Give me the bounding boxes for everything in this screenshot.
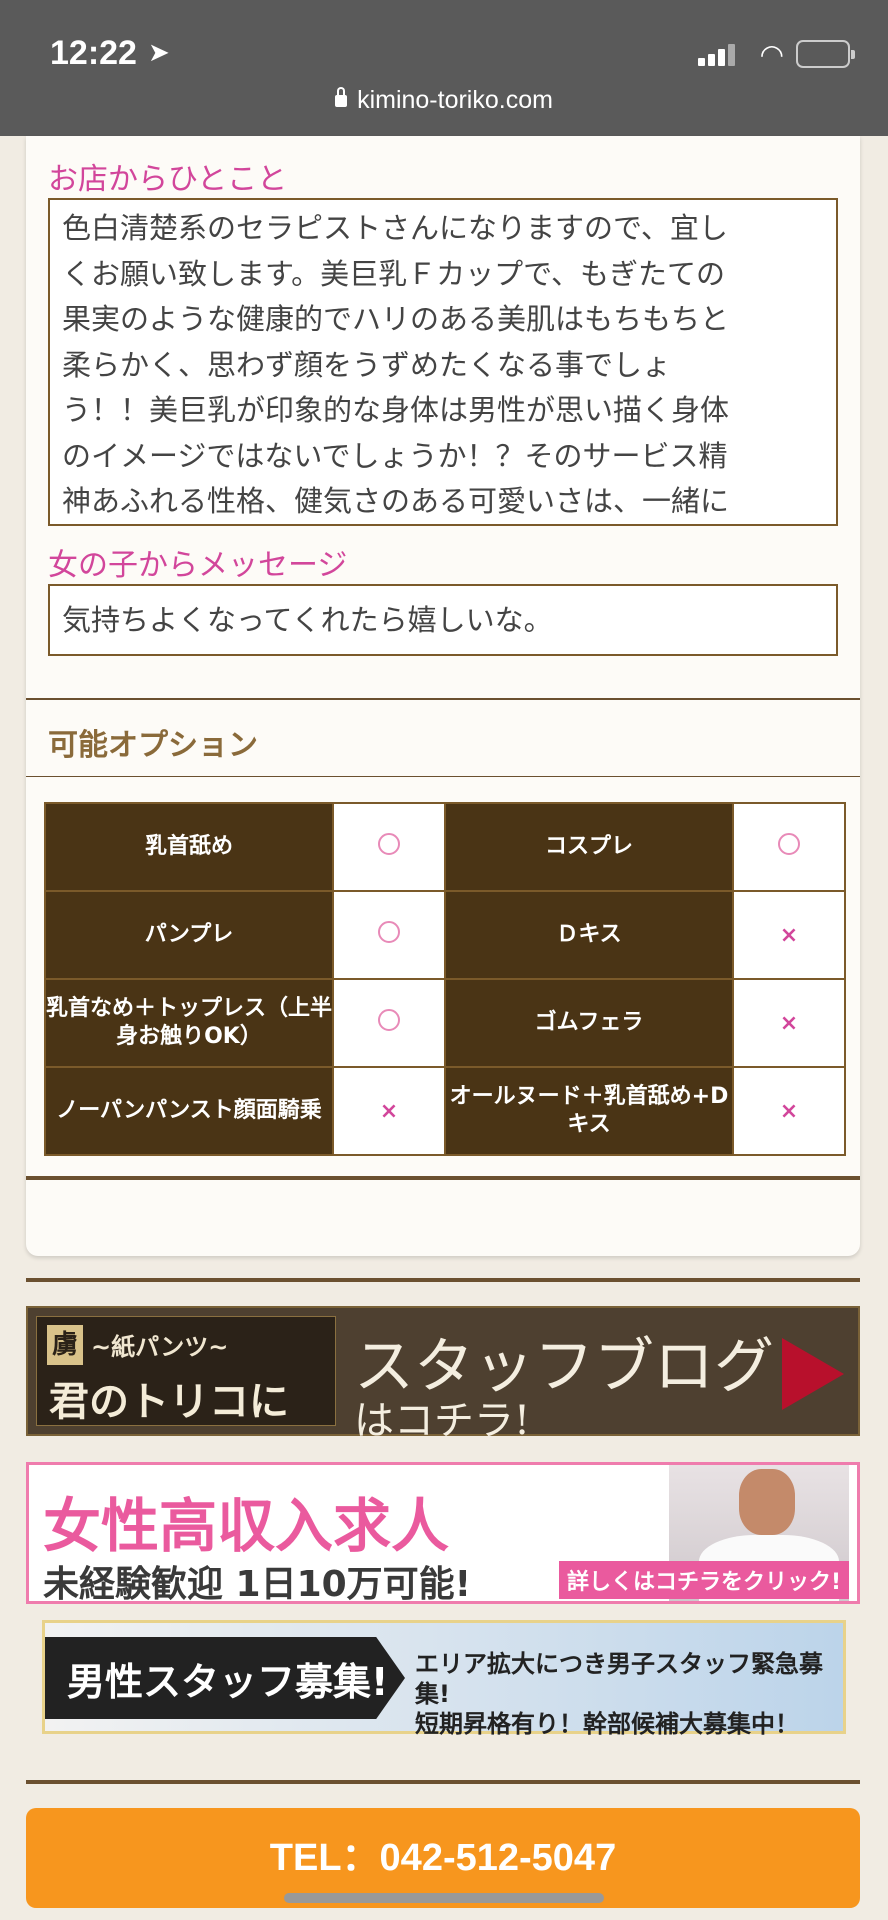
divider <box>26 776 860 777</box>
logo-badge: 虜 <box>47 1325 83 1365</box>
option-available-mark <box>332 978 446 1068</box>
location-arrow-icon: ➤ <box>148 38 170 68</box>
option-name: パンプレ <box>44 890 334 980</box>
comment-line: 神あふれる性格、健気さのある可愛いさは、一緒に <box>62 484 730 518</box>
men-banner-text: エリア拡大につき男子スタッフ緊急募集! 短期昇格有り！幹部候補大募集中！ <box>415 1649 843 1739</box>
shop-comment-title: お店からひとこと <box>48 162 288 197</box>
comment-line: 果実のような健康的でハリのある美肌はもちもちと <box>62 302 730 336</box>
men-recruit-banner[interactable]: 男性スタッフ募集! エリア拡大につき男子スタッフ緊急募集! 短期昇格有り！幹部候… <box>42 1620 846 1738</box>
table-row: ノーパンパンスト顔面騎乗 × オールヌード＋乳首舐め+Dキス × <box>44 1066 846 1156</box>
option-name: 乳首舐め <box>44 802 334 892</box>
options-table: 乳首舐め コスプレ パンプレ Ｄキス × 乳首なめ＋トップレス（上半身お触りOK… <box>44 802 846 1156</box>
status-time: 12:22 <box>50 34 137 72</box>
men-banner-line: エリア拡大につき男子スタッフ緊急募集! <box>415 1650 823 1708</box>
comment-line: う！！美巨乳が印象的な身体は男性が思い描く身体 <box>62 393 730 427</box>
lock-icon <box>335 87 348 107</box>
address-url: kimino-toriko.com <box>357 86 553 114</box>
option-unavailable-mark: × <box>332 1066 446 1156</box>
table-row: 乳首なめ＋トップレス（上半身お触りOK） ゴムフェラ × <box>44 978 846 1068</box>
option-name: オールヌード＋乳首舐め+Dキス <box>444 1066 734 1156</box>
play-arrow-icon <box>782 1338 844 1410</box>
address-bar[interactable]: kimino-toriko.com <box>0 86 888 115</box>
comment-line: 柔らかく、思わず顔をうずめたくなる事でしょ <box>62 347 672 382</box>
divider <box>26 1780 860 1784</box>
women-banner-subtitle: 未経験歓迎 1日10万可能! <box>43 1564 472 1605</box>
women-banner-title: 女性高収入求人 <box>43 1492 450 1560</box>
logo-line2: 君のトリコに <box>49 1379 289 1425</box>
girl-message-text: 気持ちよくなってくれたら嬉しいな。 <box>62 603 553 637</box>
table-row: パンプレ Ｄキス × <box>44 890 846 980</box>
girl-message-box: 気持ちよくなってくれたら嬉しいな。 <box>48 584 838 656</box>
logo-line1: ~紙パンツ~ <box>91 1333 229 1361</box>
option-name: ゴムフェラ <box>444 978 734 1068</box>
women-banner-cta: 詳しくはコチラをクリック! <box>558 1561 849 1599</box>
divider <box>26 698 860 700</box>
status-bar: 12:22 ➤ ◠ kimino-toriko.com <box>0 0 888 136</box>
options-title: 可能オプション <box>48 728 258 763</box>
divider <box>26 1176 860 1180</box>
men-banner-line: 短期昇格有り！幹部候補大募集中！ <box>415 1710 799 1738</box>
option-name: コスプレ <box>444 802 734 892</box>
battery-icon <box>796 40 855 68</box>
table-row: 乳首舐め コスプレ <box>44 802 846 892</box>
option-available-mark <box>332 802 446 892</box>
option-available-mark <box>732 802 846 892</box>
comment-line: 色白清楚系のセラピストさんになりますので、宜し <box>62 211 728 245</box>
comment-line: くお願い致します。美巨乳Ｆカップで、もぎたての <box>62 256 725 291</box>
comment-line: のイメージではないでしょうか！？そのサービス精 <box>62 438 728 473</box>
shop-comment-box[interactable]: 色白清楚系のセラピストさんになりますので、宜し くお願い致します。美巨乳Ｆカップ… <box>48 198 838 526</box>
cellular-signal-icon <box>698 44 738 66</box>
men-banner-title: 男性スタッフ募集! <box>67 1660 389 1704</box>
divider <box>26 1278 860 1282</box>
option-unavailable-mark: × <box>732 978 846 1068</box>
option-name: Ｄキス <box>444 890 734 980</box>
option-name: ノーパンパンスト顔面騎乗 <box>44 1066 334 1156</box>
option-unavailable-mark: × <box>732 890 846 980</box>
wifi-icon: ◠ <box>759 38 784 71</box>
staff-blog-banner[interactable]: 虜 ~紙パンツ~ 君のトリコに スタッフブログ はコチラ! <box>26 1306 860 1444</box>
women-recruit-banner[interactable]: 女性高収入求人 未経験歓迎 1日10万可能! 詳しくはコチラをクリック! <box>26 1462 860 1605</box>
option-unavailable-mark: × <box>732 1066 846 1156</box>
home-indicator[interactable] <box>284 1893 604 1903</box>
option-name: 乳首なめ＋トップレス（上半身お触りOK） <box>44 978 334 1068</box>
shop-logo: 虜 ~紙パンツ~ 君のトリコに <box>36 1316 336 1426</box>
blog-banner-subtitle: はコチラ! <box>354 1398 531 1444</box>
girl-message-title: 女の子からメッセージ <box>48 548 348 583</box>
option-available-mark <box>332 890 446 980</box>
